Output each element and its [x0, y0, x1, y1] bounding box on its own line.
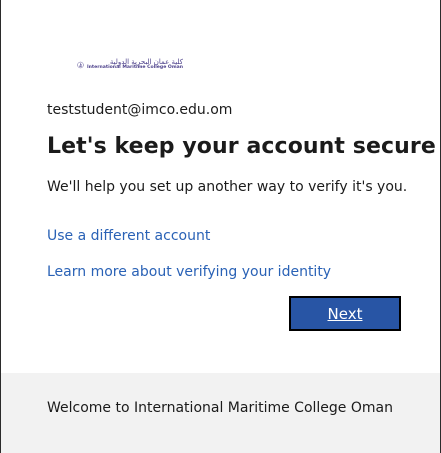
ship-emblem-icon — [77, 61, 84, 69]
footer-banner: Welcome to International Maritime Colleg… — [1, 373, 440, 453]
logo-wordmark: كلية عمان البحرية الدولية International … — [87, 59, 183, 71]
learn-more-link[interactable]: Learn more about verifying your identity — [47, 264, 331, 280]
sign-in-panel: كلية عمان البحرية الدولية International … — [0, 0, 441, 453]
account-email: teststudent@imco.edu.om — [47, 102, 233, 118]
college-logo: كلية عمان البحرية الدولية International … — [77, 55, 183, 75]
next-button[interactable]: Next — [289, 296, 401, 331]
page-title: Let's keep your account secure — [47, 134, 436, 159]
logo-english-text: International Maritime College Oman — [86, 65, 183, 71]
footer-welcome-text: Welcome to International Maritime Colleg… — [47, 400, 393, 416]
use-different-account-link[interactable]: Use a different account — [47, 228, 210, 244]
page-description: We'll help you set up another way to ver… — [47, 179, 408, 195]
